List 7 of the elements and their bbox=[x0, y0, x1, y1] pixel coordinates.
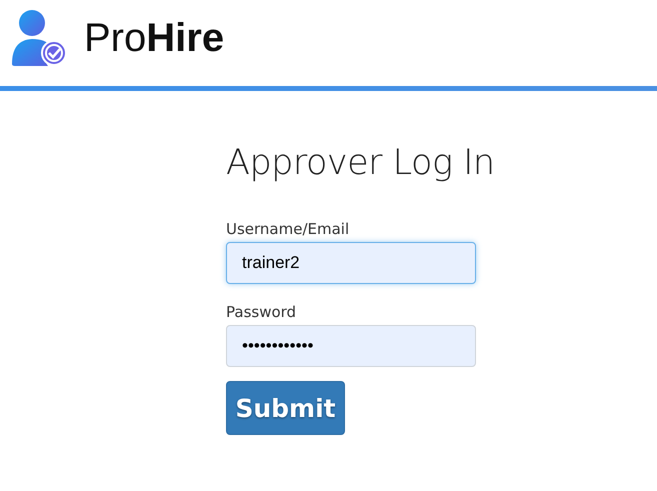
page-title: Approver Log In bbox=[226, 143, 496, 183]
field-label: Password bbox=[226, 303, 296, 321]
brand-name: ProHire bbox=[84, 16, 224, 60]
input-field[interactable]: trainer2 bbox=[226, 242, 476, 284]
submit-button[interactable]: Submit bbox=[226, 381, 345, 435]
input-field[interactable]: •••••••••••• bbox=[226, 325, 476, 367]
field-label: Username/Email bbox=[226, 220, 350, 238]
